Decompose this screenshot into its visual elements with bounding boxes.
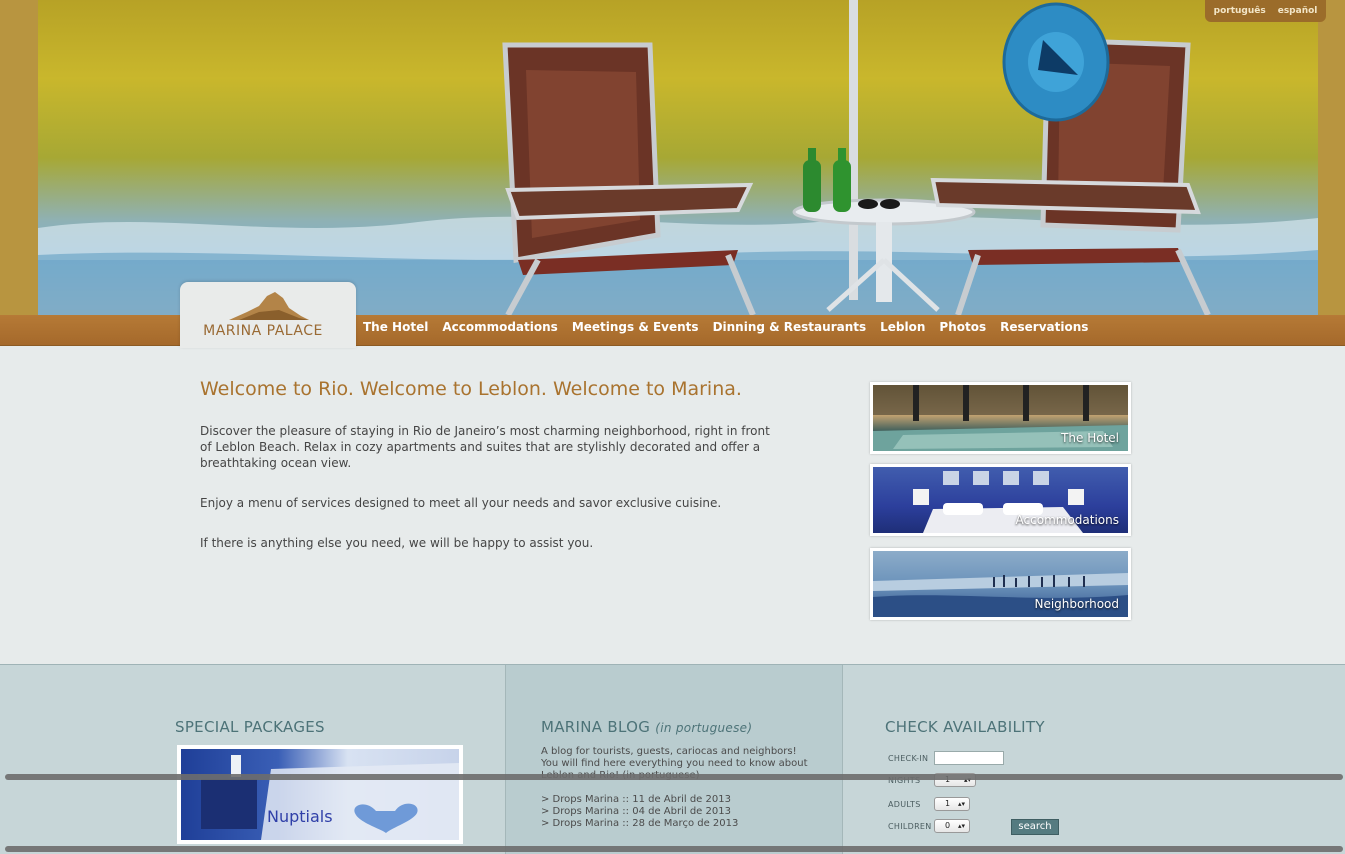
package-nuptials-banner[interactable]: Nuptials — [177, 745, 463, 844]
stepper-arrows-icon: ▴▾ — [957, 800, 965, 808]
children-select[interactable]: 0 ▴▾ — [934, 819, 970, 833]
adults-value: 1 — [945, 799, 951, 808]
checkin-input[interactable] — [934, 751, 1004, 765]
blog-heading-note: (in portuguese) — [655, 721, 753, 735]
intro-text: Discover the pleasure of staying in Rio … — [200, 423, 770, 567]
package-nuptials-image: Nuptials — [181, 749, 459, 840]
nav-dinning-restaurants[interactable]: Dinning & Restaurants — [713, 320, 867, 334]
language-switcher: português español — [1205, 0, 1326, 22]
language-spanish-link[interactable]: español — [1278, 6, 1318, 16]
thumb-accommodations[interactable]: Accommodations — [870, 464, 1131, 536]
thumb-the-hotel[interactable]: The Hotel — [870, 382, 1131, 454]
adults-label: ADULTS — [888, 800, 921, 809]
blog-post-link[interactable]: > Drops Marina :: 04 de Abril de 2013 — [541, 806, 738, 818]
package-label: Nuptials — [267, 807, 333, 826]
nav-the-hotel[interactable]: The Hotel — [363, 320, 428, 334]
thumb-label: Neighborhood — [1034, 597, 1119, 611]
blog-heading: MARINA BLOG (in portuguese) — [541, 718, 752, 736]
page-title: Welcome to Rio. Welcome to Leblon. Welco… — [200, 378, 742, 400]
sugarloaf-mountain-logo-icon — [229, 292, 309, 320]
search-button[interactable]: search — [1011, 819, 1059, 835]
packages-heading: SPECIAL PACKAGES — [175, 718, 325, 736]
intro-paragraph: Discover the pleasure of staying in Rio … — [200, 424, 770, 470]
children-label: CHILDREN — [888, 822, 932, 831]
brand-name[interactable]: MARINA PALACE — [180, 323, 346, 339]
stepper-arrows-icon: ▴▾ — [957, 822, 965, 830]
nav-reservations[interactable]: Reservations — [1000, 320, 1088, 334]
blog-post-link[interactable]: > Drops Marina :: 28 de Março de 2013 — [541, 818, 738, 830]
hero-banner-image — [38, 0, 1318, 315]
blog-heading-text: MARINA BLOG — [541, 718, 651, 736]
adults-select[interactable]: 1 ▴▾ — [934, 797, 970, 811]
horizontal-scrollbar[interactable] — [5, 774, 1343, 780]
children-value: 0 — [945, 821, 951, 830]
nav-meetings-events[interactable]: Meetings & Events — [572, 320, 699, 334]
language-portuguese-link[interactable]: português — [1214, 6, 1266, 16]
nav-accommodations[interactable]: Accommodations — [442, 320, 557, 334]
availability-heading: CHECK AVAILABILITY — [885, 718, 1045, 736]
intro-paragraph: Enjoy a menu of services designed to mee… — [200, 496, 722, 510]
thumb-label: The Hotel — [1061, 431, 1119, 445]
thumb-neighborhood[interactable]: Neighborhood — [870, 548, 1131, 620]
blog-post-link[interactable]: > Drops Marina :: 11 de Abril de 2013 — [541, 794, 738, 806]
intro-paragraph: If there is anything else you need, we w… — [200, 536, 594, 550]
beach-chairs-illustration — [38, 0, 1318, 315]
nav-leblon[interactable]: Leblon — [880, 320, 925, 334]
thumb-label: Accommodations — [1015, 513, 1119, 527]
bedroom-heart-image — [201, 755, 459, 840]
blog-post-list: > Drops Marina :: 11 de Abril de 2013 > … — [541, 794, 738, 830]
horizontal-scrollbar[interactable] — [5, 846, 1343, 852]
nav-photos[interactable]: Photos — [939, 320, 986, 334]
primary-nav: The Hotel Accommodations Meetings & Even… — [363, 320, 1088, 334]
checkin-label: CHECK-IN — [888, 754, 929, 763]
